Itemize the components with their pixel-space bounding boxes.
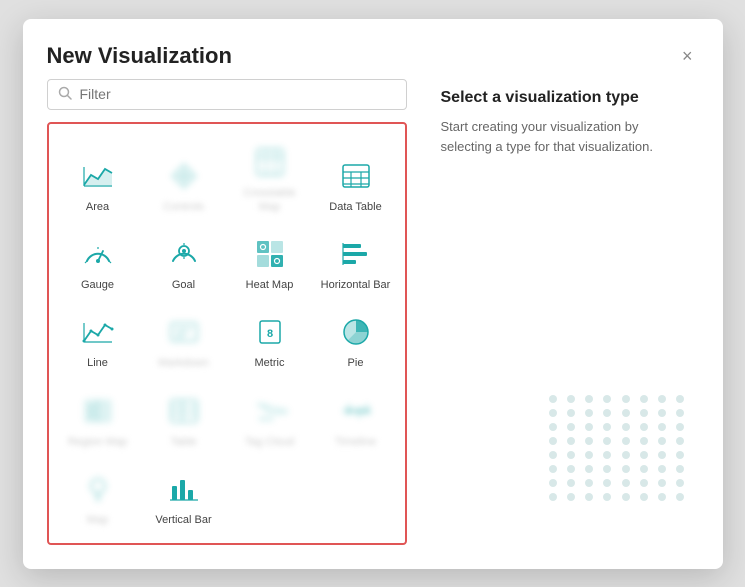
- right-panel-title: Select a visualization type: [441, 89, 699, 107]
- modal-body: Area: [23, 79, 723, 569]
- gauge-icon: [78, 234, 118, 274]
- filter-wrap: [47, 79, 407, 110]
- pie-icon: [336, 312, 376, 352]
- controls-label: Controls: [163, 200, 204, 214]
- viz-item-horizontalbar[interactable]: Horizontal Bar: [315, 226, 397, 296]
- map-icon: [78, 469, 118, 509]
- timeline-label: Timeline: [335, 435, 376, 449]
- right-panel: Select a visualization type Start creati…: [431, 79, 699, 545]
- viz-item-table[interactable]: Table: [143, 383, 225, 453]
- area-label: Area: [86, 200, 109, 214]
- viz-item-pie[interactable]: Pie: [315, 304, 397, 374]
- goal-label: Goal: [172, 278, 195, 292]
- goal-icon: [164, 234, 204, 274]
- viz-item-heatmap[interactable]: Heat Map: [229, 226, 311, 296]
- viz-item-datatable[interactable]: Data Table: [315, 134, 397, 219]
- viz-item-map[interactable]: Map: [57, 461, 139, 531]
- viz-item-line[interactable]: Line: [57, 304, 139, 374]
- datatable-icon: [336, 156, 376, 196]
- viz-item-timeline[interactable]: Timeline: [315, 383, 397, 453]
- line-icon: [78, 312, 118, 352]
- viz-item-metric[interactable]: 8 Metric: [229, 304, 311, 374]
- table-label: Table: [170, 435, 196, 449]
- viz-item-crosstab[interactable]: Crosstable Map: [229, 134, 311, 219]
- verticalbar-icon: [164, 469, 204, 509]
- filter-input[interactable]: [80, 86, 396, 102]
- svg-text:8: 8: [266, 328, 272, 340]
- tagcloud-label: Tag Cloud: [245, 435, 295, 449]
- map-label: Map: [87, 513, 108, 527]
- line-label: Line: [87, 356, 108, 370]
- modal: New Visualization ×: [23, 19, 723, 569]
- modal-title: New Visualization: [47, 43, 232, 69]
- modal-header: New Visualization ×: [23, 19, 723, 79]
- viz-grid: Area: [57, 134, 397, 532]
- table-icon: [164, 391, 204, 431]
- viz-item-goal[interactable]: Goal: [143, 226, 225, 296]
- svg-text:Cloud: Cloud: [267, 406, 287, 417]
- metric-icon: 8: [250, 312, 290, 352]
- left-panel: Area: [47, 79, 407, 545]
- viz-grid-outer: Area: [47, 122, 407, 545]
- viz-item-area[interactable]: Area: [57, 134, 139, 219]
- svg-text:Word: Word: [259, 417, 273, 423]
- timeline-icon: [336, 391, 376, 431]
- crosstab-icon: [250, 142, 290, 182]
- viz-item-gauge[interactable]: Gauge: [57, 226, 139, 296]
- datatable-label: Data Table: [329, 200, 381, 214]
- viz-item-controls[interactable]: Controls: [143, 134, 225, 219]
- decorative-dots: [539, 385, 699, 545]
- viz-item-regionmap[interactable]: Region Map: [57, 383, 139, 453]
- gauge-label: Gauge: [81, 278, 114, 292]
- markdown-label: Markdown: [158, 356, 209, 370]
- viz-item-tagcloud[interactable]: Tag Cloud Word Tag Cloud: [229, 383, 311, 453]
- crosstab-label: Crosstable Map: [233, 186, 307, 215]
- metric-label: Metric: [255, 356, 285, 370]
- viz-item-markdown[interactable]: Markdown: [143, 304, 225, 374]
- right-panel-description: Start creating your visualization by sel…: [441, 117, 671, 159]
- controls-icon: [164, 156, 204, 196]
- viz-item-verticalbar[interactable]: Vertical Bar: [143, 461, 225, 531]
- horizontalbar-label: Horizontal Bar: [321, 278, 391, 292]
- pie-label: Pie: [348, 356, 364, 370]
- markdown-icon: [164, 312, 204, 352]
- area-icon: [78, 156, 118, 196]
- tagcloud-icon: Tag Cloud Word: [250, 391, 290, 431]
- regionmap-label: Region Map: [68, 435, 127, 449]
- regionmap-icon: [78, 391, 118, 431]
- search-icon: [58, 86, 72, 103]
- horizontalbar-icon: [336, 234, 376, 274]
- close-button[interactable]: ×: [676, 45, 699, 67]
- verticalbar-label: Vertical Bar: [155, 513, 211, 527]
- heatmap-label: Heat Map: [246, 278, 294, 292]
- heatmap-icon: [250, 234, 290, 274]
